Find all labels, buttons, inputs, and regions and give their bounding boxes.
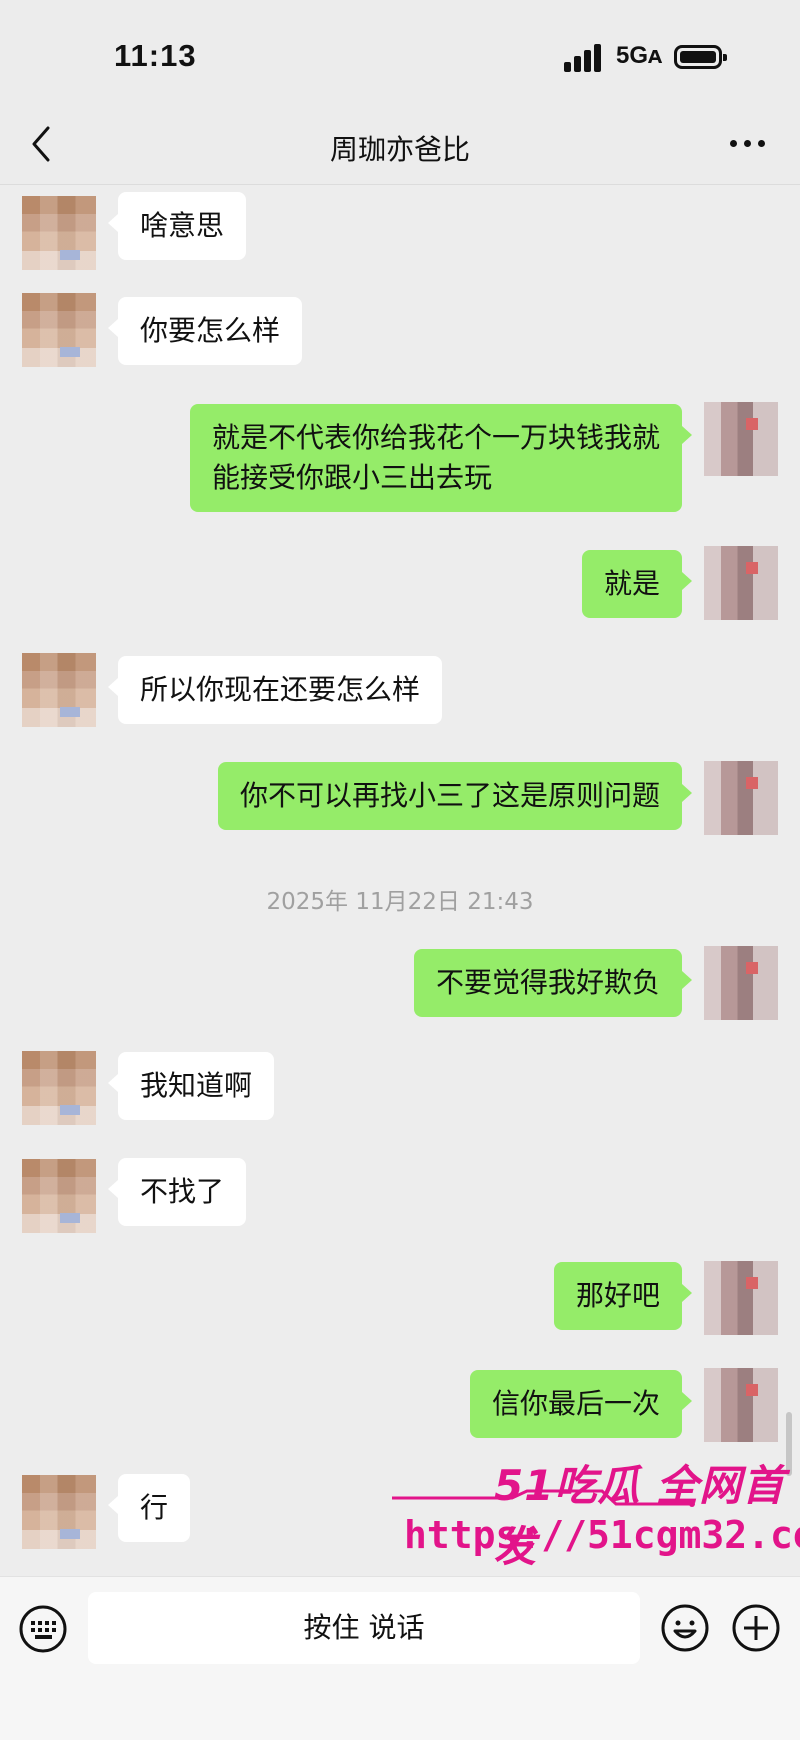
my-avatar[interactable] <box>704 1261 778 1335</box>
message-bubble-incoming: 我知道啊 <box>107 1052 275 1120</box>
contact-avatar[interactable] <box>22 293 96 367</box>
message-bubble-incoming: 所以你现在还要怎么样 <box>107 656 443 724</box>
message-bubble-outgoing: 那好吧 <box>553 1262 693 1330</box>
my-avatar[interactable] <box>704 1368 778 1442</box>
contact-avatar[interactable] <box>22 1159 96 1233</box>
contact-avatar[interactable] <box>22 196 96 270</box>
message-bubble-incoming: 不找了 <box>107 1158 247 1226</box>
my-avatar[interactable] <box>704 402 778 476</box>
hold-to-talk-button[interactable]: 按住 说话 <box>88 1592 640 1664</box>
message-bubble-incoming: 行 <box>107 1474 191 1542</box>
emoji-icon[interactable] <box>659 1602 711 1654</box>
my-avatar[interactable] <box>704 546 778 620</box>
contact-avatar[interactable] <box>22 1475 96 1549</box>
watermark-circuit-line <box>392 1489 695 1507</box>
contact-avatar[interactable] <box>22 1051 96 1125</box>
message-bubble-outgoing: 就是 <box>581 550 693 618</box>
watermark-url: https://51cgm32.com <box>404 1513 800 1557</box>
network-label: 5Gᴀ <box>616 42 663 69</box>
message-bubble-outgoing: 你不可以再找小三了这是原则问题 <box>217 762 693 830</box>
status-time: 11:13 <box>114 38 197 73</box>
chat-title: 周珈亦爸比 <box>329 133 470 166</box>
my-avatar[interactable] <box>704 761 778 835</box>
message-bubble-incoming: 你要怎么样 <box>107 297 303 365</box>
contact-avatar[interactable] <box>22 653 96 727</box>
status-bar: 11:13 5Gᴀ <box>0 0 800 112</box>
message-bubble-outgoing: 信你最后一次 <box>469 1370 693 1438</box>
more-dots-icon[interactable] <box>730 139 766 149</box>
message-bubble-outgoing: 不要觉得我好欺负 <box>413 949 693 1017</box>
message-bubble-outgoing: 就是不代表你给我花个一万块钱我就 能接受你跟小三出去玩 <box>189 404 693 512</box>
plus-icon[interactable] <box>730 1602 782 1654</box>
my-avatar[interactable] <box>704 946 778 1020</box>
battery-icon <box>674 45 727 69</box>
chat-timestamp: 2025年 11月22日 21:43 <box>266 889 534 915</box>
signal-icon <box>564 44 604 72</box>
keyboard-icon[interactable] <box>17 1603 69 1655</box>
message-bubble-incoming: 啥意思 <box>107 192 247 260</box>
